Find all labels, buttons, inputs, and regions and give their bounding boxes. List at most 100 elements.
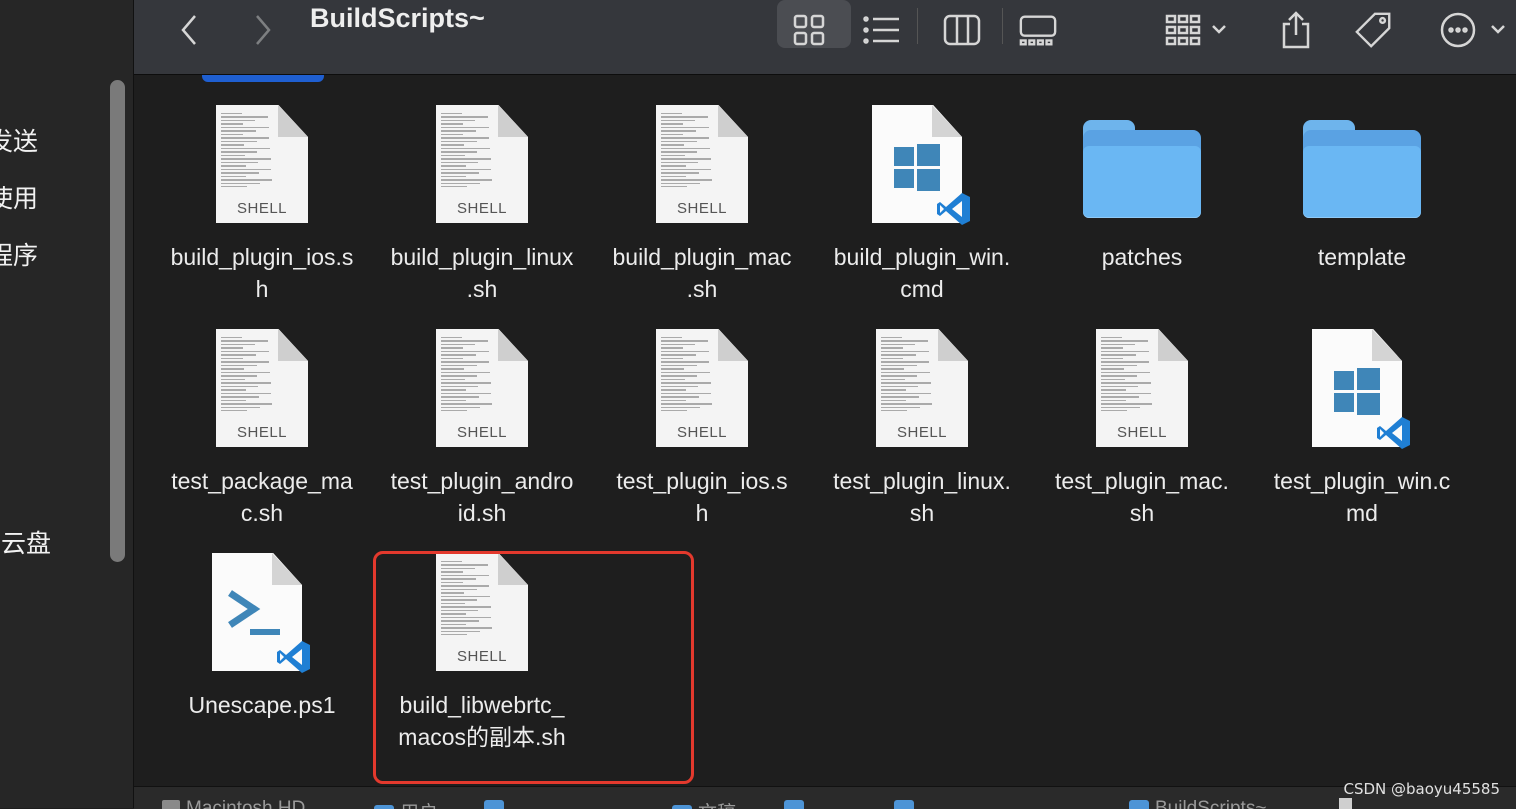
item-label: Unescape.ps1 <box>188 692 336 718</box>
file-item[interactable]: SHELL test_plugin_mac. sh <box>1032 329 1252 553</box>
item-icon: SHELL <box>1072 329 1212 459</box>
item-label: build_plugin_ios.s h <box>170 244 354 302</box>
item-label: build_plugin_win. cmd <box>833 244 1011 302</box>
vscode-badge-icon <box>937 193 970 225</box>
path-segment[interactable] <box>1339 798 1358 809</box>
item-label: test_plugin_andro id.sh <box>390 468 574 526</box>
chevron-right-icon <box>256 15 271 45</box>
cmd-file-icon <box>872 105 972 229</box>
shell-script-icon: SHELL <box>436 105 528 223</box>
item-icon: SHELL <box>632 329 772 459</box>
item-label: build_plugin_mac .sh <box>612 244 792 302</box>
file-item[interactable]: build_plugin_win. cmd <box>812 105 1032 329</box>
folder-icon <box>374 805 394 809</box>
chevron-left-icon <box>181 15 196 45</box>
path-segment[interactable]: Macintosh HD <box>162 798 305 809</box>
gallery-view-button[interactable] <box>1018 10 1058 50</box>
more-icon <box>1440 12 1505 48</box>
file-item[interactable]: SHELL test_plugin_linux. sh <box>812 329 1032 553</box>
item-label: test_plugin_mac. sh <box>1055 468 1229 526</box>
windows-logo-icon <box>1334 368 1380 415</box>
folder-item[interactable]: patches <box>1032 105 1252 329</box>
item-icon: SHELL <box>852 329 992 459</box>
icon-view-button[interactable] <box>789 10 829 50</box>
sidebar-item-applications[interactable]: 程序 <box>0 236 38 272</box>
file-grid: SHELL build_plugin_ios.s h SHELL build_plug… <box>134 75 1516 785</box>
file-item[interactable]: test_plugin_win.c md <box>1252 329 1472 553</box>
shell-script-icon: SHELL <box>656 105 748 223</box>
selected-item-highlight <box>202 75 324 82</box>
group-by-button[interactable] <box>1164 10 1234 50</box>
tag-icon <box>1355 12 1391 48</box>
file-item[interactable]: SHELL test_plugin_andro id.sh <box>372 329 592 553</box>
file-item[interactable]: SHELL test_plugin_ios.s h <box>592 329 812 553</box>
shell-script-icon: SHELL <box>876 329 968 447</box>
item-icon: SHELL <box>192 329 332 459</box>
forward-button[interactable] <box>242 10 282 50</box>
toolbar: BuildScripts~ <box>134 0 1516 75</box>
tag-button[interactable] <box>1354 10 1394 50</box>
item-label: build_plugin_linux .sh <box>390 244 574 302</box>
watermark: CSDN @baoyu45585 <box>1343 780 1500 798</box>
cmd-file-icon <box>1312 329 1412 453</box>
item-icon <box>1072 105 1212 235</box>
path-bar: Macintosh HD 用户 文稿 BuildScripts~ <box>134 786 1516 809</box>
file-item[interactable]: SHELL build_plugin_ios.s h <box>152 105 372 329</box>
windows-logo-icon <box>894 144 940 191</box>
columns-icon <box>943 14 981 46</box>
window-title: BuildScripts~ <box>310 3 485 33</box>
shell-script-icon: SHELL <box>216 329 308 447</box>
item-icon <box>1292 105 1432 235</box>
back-button[interactable] <box>170 10 210 50</box>
shell-script-icon: SHELL <box>1096 329 1188 447</box>
list-icon <box>863 16 899 44</box>
more-actions-button[interactable] <box>1439 10 1511 50</box>
list-view-button[interactable] <box>862 10 902 50</box>
item-label: template <box>1317 244 1407 270</box>
column-view-button[interactable] <box>942 10 982 50</box>
folder-item[interactable]: template <box>1252 105 1472 329</box>
path-segment[interactable] <box>484 798 510 809</box>
vscode-badge-icon <box>277 641 310 673</box>
folder-icon <box>672 805 692 809</box>
file-item[interactable]: Unescape.ps1 <box>152 553 372 777</box>
shell-script-icon: SHELL <box>656 329 748 447</box>
path-segment[interactable] <box>784 798 810 809</box>
share-button[interactable] <box>1276 10 1316 50</box>
grid-icon <box>793 14 825 46</box>
powershell-prompt-icon <box>228 590 280 635</box>
sidebar: 发送 使用 程序 网云盘 <box>0 0 134 808</box>
file-item[interactable]: SHELL build_plugin_linux .sh <box>372 105 592 329</box>
item-icon: SHELL <box>632 105 772 235</box>
group-icon <box>1165 14 1226 46</box>
item-label: patches <box>1101 244 1183 270</box>
item-icon: SHELL <box>412 105 552 235</box>
file-item[interactable]: SHELL test_package_ma c.sh <box>152 329 372 553</box>
file-item[interactable]: SHELL build_plugin_mac .sh <box>592 105 812 329</box>
item-label: test_plugin_linux. sh <box>833 468 1011 526</box>
sidebar-scrollbar[interactable] <box>110 80 125 562</box>
folder-icon <box>1303 120 1421 218</box>
folder-icon <box>1083 120 1201 218</box>
item-icon: SHELL <box>412 329 552 459</box>
sidebar-item-recents[interactable]: 使用 <box>0 179 38 215</box>
shell-script-icon: SHELL <box>436 329 528 447</box>
item-label: test_package_ma c.sh <box>171 468 353 526</box>
sidebar-item-cloud-drive[interactable]: 网云盘 <box>0 524 51 560</box>
item-icon <box>852 105 992 235</box>
path-segment[interactable]: BuildScripts~ <box>1129 798 1266 809</box>
item-label: test_plugin_ios.s h <box>616 468 788 526</box>
item-label: test_plugin_win.c md <box>1273 468 1451 526</box>
sidebar-item-airdrop[interactable]: 发送 <box>0 122 38 158</box>
vscode-badge-icon <box>1377 417 1410 449</box>
item-icon: SHELL <box>192 105 332 235</box>
path-segment[interactable]: 用户 <box>374 798 438 809</box>
gallery-icon <box>1019 15 1057 46</box>
file-icon <box>1339 798 1352 809</box>
item-icon <box>1292 329 1432 459</box>
path-segment[interactable]: 文稿 <box>672 798 736 809</box>
shell-script-icon: SHELL <box>216 105 308 223</box>
path-segment[interactable] <box>894 798 920 809</box>
item-icon <box>192 553 332 683</box>
share-icon <box>1282 11 1310 49</box>
